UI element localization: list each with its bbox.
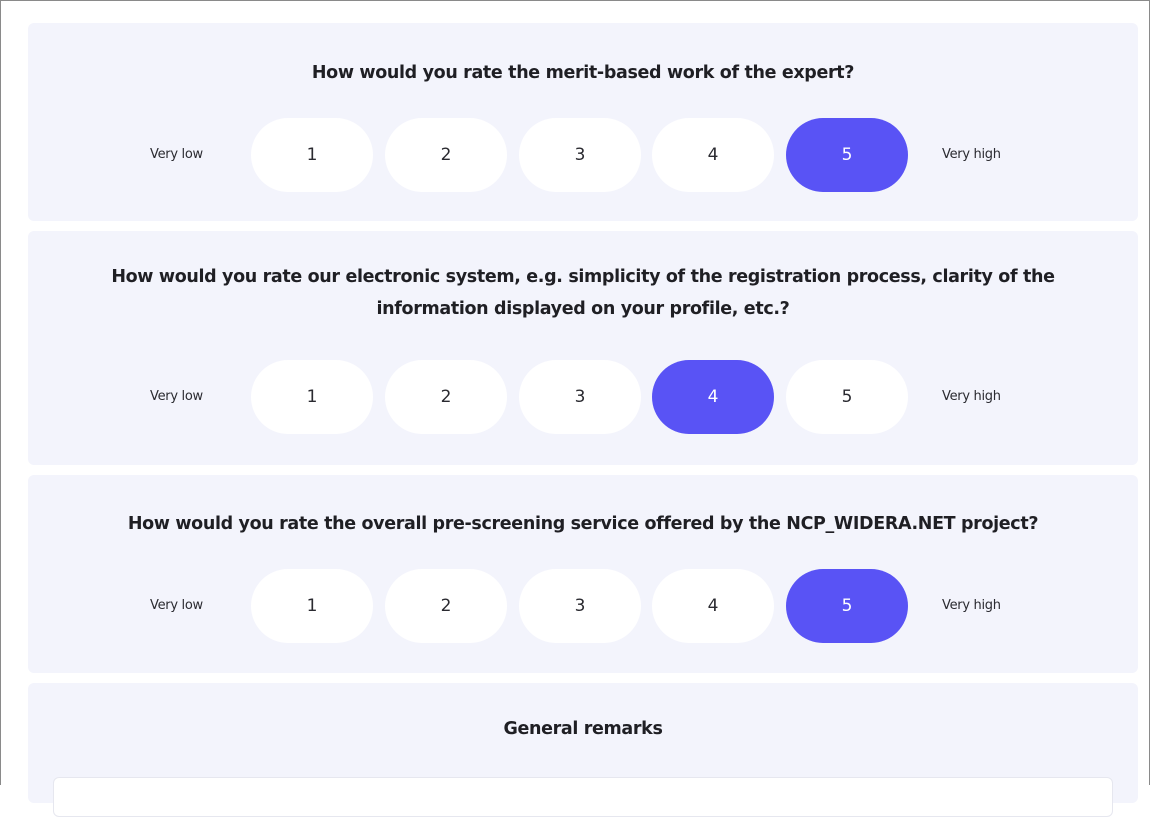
question-title: How would you rate our electronic system…	[28, 261, 1138, 325]
rating-option-1[interactable]: 1	[251, 360, 373, 434]
question-line: How would you rate the overall pre-scree…	[127, 514, 1039, 534]
rating-option-2[interactable]: 2	[385, 569, 507, 643]
rating-scale: Very low 1 2 3 4 5 Very high	[28, 569, 1138, 643]
rating-card-expert-work: How would you rate the merit-based work …	[28, 23, 1138, 221]
question-title: How would you rate the merit-based work …	[28, 57, 1138, 89]
rating-scale: Very low 1 2 3 4 5 Very high	[28, 118, 1138, 192]
rating-option-4[interactable]: 4	[652, 118, 774, 192]
rating-scale: Very low 1 2 3 4 5 Very high	[28, 360, 1138, 434]
rating-option-4[interactable]: 4	[652, 569, 774, 643]
rating-option-3[interactable]: 3	[519, 118, 641, 192]
remarks-textarea[interactable]	[53, 777, 1113, 817]
scale-high-label: Very high	[942, 598, 1001, 613]
rating-option-2[interactable]: 2	[385, 360, 507, 434]
rating-option-3[interactable]: 3	[519, 360, 641, 434]
scale-high-label: Very high	[942, 147, 1001, 162]
question-line: How would you rate our electronic system…	[111, 267, 1055, 287]
question-line: How would you rate the merit-based work …	[311, 63, 855, 83]
rating-option-5[interactable]: 5	[786, 118, 908, 192]
rating-option-3[interactable]: 3	[519, 569, 641, 643]
remarks-title: General remarks	[28, 713, 1138, 745]
question-line: information displayed on your profile, e…	[376, 299, 790, 319]
rating-option-1[interactable]: 1	[251, 569, 373, 643]
page-frame: How would you rate the merit-based work …	[0, 0, 1150, 817]
rating-option-1[interactable]: 1	[251, 118, 373, 192]
rating-card-electronic-system: How would you rate our electronic system…	[28, 231, 1138, 465]
question-title: How would you rate the overall pre-scree…	[28, 508, 1138, 540]
rating-option-2[interactable]: 2	[385, 118, 507, 192]
scale-low-label: Very low	[150, 598, 203, 613]
rating-option-4[interactable]: 4	[652, 360, 774, 434]
scale-high-label: Very high	[942, 389, 1001, 404]
scale-low-label: Very low	[150, 147, 203, 162]
scale-low-label: Very low	[150, 389, 203, 404]
remarks-title-text: General remarks	[503, 719, 663, 739]
rating-option-5[interactable]: 5	[786, 569, 908, 643]
rating-option-5[interactable]: 5	[786, 360, 908, 434]
general-remarks-card: General remarks	[28, 683, 1138, 817]
rating-card-pre-screening: How would you rate the overall pre-scree…	[28, 475, 1138, 673]
